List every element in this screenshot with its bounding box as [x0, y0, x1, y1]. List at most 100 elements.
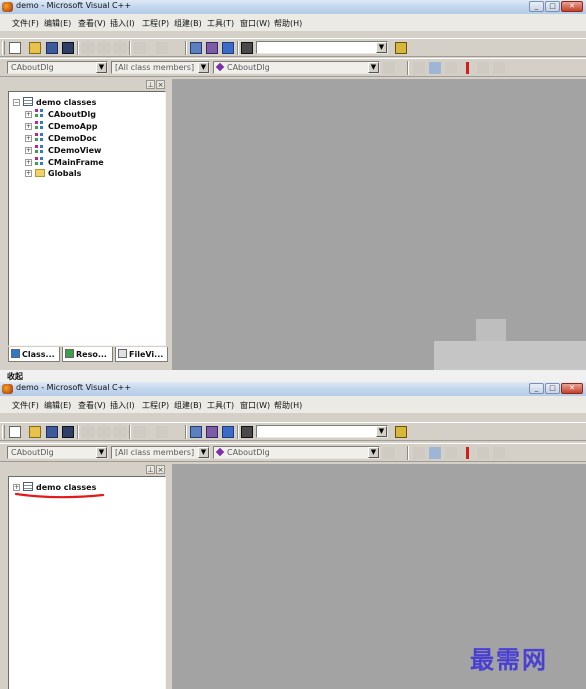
execute-icon[interactable]	[461, 447, 473, 459]
output-window-icon[interactable]	[206, 426, 218, 438]
wizard-action-icon[interactable]	[383, 447, 395, 459]
expand-icon[interactable]: +	[13, 484, 20, 491]
redo-icon[interactable]	[156, 42, 168, 54]
menu-edit[interactable]: 编辑(E)	[44, 18, 71, 29]
stop-build-icon[interactable]	[445, 62, 457, 74]
save-icon[interactable]	[46, 42, 58, 54]
tree-item-cdemoview[interactable]: + CDemoView	[25, 145, 101, 157]
tree-root[interactable]: − demo classes	[13, 97, 96, 109]
cut-icon[interactable]	[82, 426, 94, 438]
chevron-down-icon[interactable]: ▼	[376, 42, 387, 53]
output-window-icon[interactable]	[206, 42, 218, 54]
expand-icon[interactable]: +	[25, 159, 32, 166]
chevron-down-icon[interactable]: ▼	[368, 447, 379, 458]
menu-build[interactable]: 组建(B)	[174, 400, 202, 411]
tab-file-view[interactable]: FileVi...	[115, 347, 168, 362]
menu-insert[interactable]: 插入(I)	[110, 400, 135, 411]
menu-tools[interactable]: 工具(T)	[207, 18, 234, 29]
menu-project[interactable]: 工程(P)	[142, 18, 169, 29]
execute-icon[interactable]	[461, 62, 473, 74]
collapse-icon[interactable]: −	[13, 99, 20, 106]
undo-icon[interactable]	[134, 426, 146, 438]
build-icon[interactable]	[429, 62, 441, 74]
filter-combo[interactable]: [All class members] ▼	[111, 61, 210, 74]
save-all-icon[interactable]	[62, 426, 74, 438]
chevron-down-icon[interactable]: ▼	[368, 62, 379, 73]
chevron-down-icon[interactable]: ▼	[198, 447, 209, 458]
go-icon[interactable]	[477, 62, 489, 74]
windows-list-icon[interactable]	[222, 42, 234, 54]
tab-class-view[interactable]: Class...	[8, 347, 60, 362]
tree-item-cdemoapp[interactable]: + CDemoApp	[25, 121, 97, 133]
member-combo[interactable]: CAboutDlg ▼	[213, 61, 380, 74]
menu-help[interactable]: 帮助(H)	[274, 18, 302, 29]
minimize-button[interactable]: _	[529, 383, 544, 394]
class-combo[interactable]: CAboutDlg ▼	[7, 61, 108, 74]
workspace-icon[interactable]	[190, 42, 202, 54]
new-file-icon[interactable]	[9, 426, 21, 438]
windows-list-icon[interactable]	[222, 426, 234, 438]
paste-icon[interactable]	[114, 426, 126, 438]
find-icon[interactable]	[395, 426, 407, 438]
maximize-button[interactable]: □	[545, 383, 560, 394]
tree-item-caboutdlg[interactable]: + CAboutDlg	[25, 109, 96, 121]
find-in-files-icon[interactable]	[241, 426, 253, 438]
find-combo[interactable]: ▼	[256, 425, 388, 438]
compile-icon[interactable]	[413, 62, 425, 74]
tab-resource-view[interactable]: Reso...	[62, 347, 113, 362]
compile-icon[interactable]	[413, 447, 425, 459]
workspace-icon[interactable]	[190, 426, 202, 438]
filter-combo[interactable]: [All class members] ▼	[111, 446, 210, 459]
menu-project[interactable]: 工程(P)	[142, 400, 169, 411]
breakpoint-icon[interactable]	[493, 62, 505, 74]
stop-build-icon[interactable]	[445, 447, 457, 459]
find-icon[interactable]	[395, 42, 407, 54]
expand-icon[interactable]: +	[25, 135, 32, 142]
go-icon[interactable]	[477, 447, 489, 459]
menu-view[interactable]: 查看(V)	[78, 400, 106, 411]
close-panel-icon[interactable]: ×	[156, 80, 165, 89]
menu-view[interactable]: 查看(V)	[78, 18, 106, 29]
menu-insert[interactable]: 插入(I)	[110, 18, 135, 29]
close-button[interactable]: ✕	[561, 383, 583, 394]
close-panel-icon[interactable]: ×	[156, 465, 165, 474]
toolbar-grip[interactable]	[2, 41, 5, 55]
tree-item-cmainframe[interactable]: + CMainFrame	[25, 157, 104, 169]
undo-icon[interactable]	[134, 42, 146, 54]
open-folder-icon[interactable]	[29, 42, 41, 54]
menu-file[interactable]: 文件(F)	[12, 18, 39, 29]
menu-edit[interactable]: 编辑(E)	[44, 400, 71, 411]
toolbar-grip[interactable]	[2, 425, 5, 439]
minimize-button[interactable]: _	[529, 1, 544, 12]
open-folder-icon[interactable]	[29, 426, 41, 438]
save-icon[interactable]	[46, 426, 58, 438]
find-combo[interactable]: ▼	[256, 41, 388, 54]
menu-build[interactable]: 组建(B)	[174, 18, 202, 29]
chevron-down-icon[interactable]: ▼	[376, 426, 387, 437]
menu-tools[interactable]: 工具(T)	[207, 400, 234, 411]
expand-icon[interactable]: +	[25, 111, 32, 118]
class-combo[interactable]: CAboutDlg ▼	[7, 446, 108, 459]
cut-icon[interactable]	[82, 42, 94, 54]
dock-icon[interactable]: ⊥	[146, 80, 155, 89]
wizard-action-icon[interactable]	[383, 62, 395, 74]
menu-window[interactable]: 窗口(W)	[240, 400, 270, 411]
chevron-down-icon[interactable]: ▼	[96, 447, 107, 458]
build-icon[interactable]	[429, 447, 441, 459]
expand-icon[interactable]: +	[25, 147, 32, 154]
find-in-files-icon[interactable]	[241, 42, 253, 54]
copy-icon[interactable]	[98, 426, 110, 438]
chevron-down-icon[interactable]: ▼	[198, 62, 209, 73]
member-combo[interactable]: CAboutDlg ▼	[213, 446, 380, 459]
new-file-icon[interactable]	[9, 42, 21, 54]
maximize-button[interactable]: □	[545, 1, 560, 12]
redo-icon[interactable]	[156, 426, 168, 438]
dock-icon[interactable]: ⊥	[146, 465, 155, 474]
close-button[interactable]: ✕	[561, 1, 583, 12]
menu-file[interactable]: 文件(F)	[12, 400, 39, 411]
menu-window[interactable]: 窗口(W)	[240, 18, 270, 29]
save-all-icon[interactable]	[62, 42, 74, 54]
chevron-down-icon[interactable]: ▼	[96, 62, 107, 73]
paste-icon[interactable]	[114, 42, 126, 54]
copy-icon[interactable]	[98, 42, 110, 54]
